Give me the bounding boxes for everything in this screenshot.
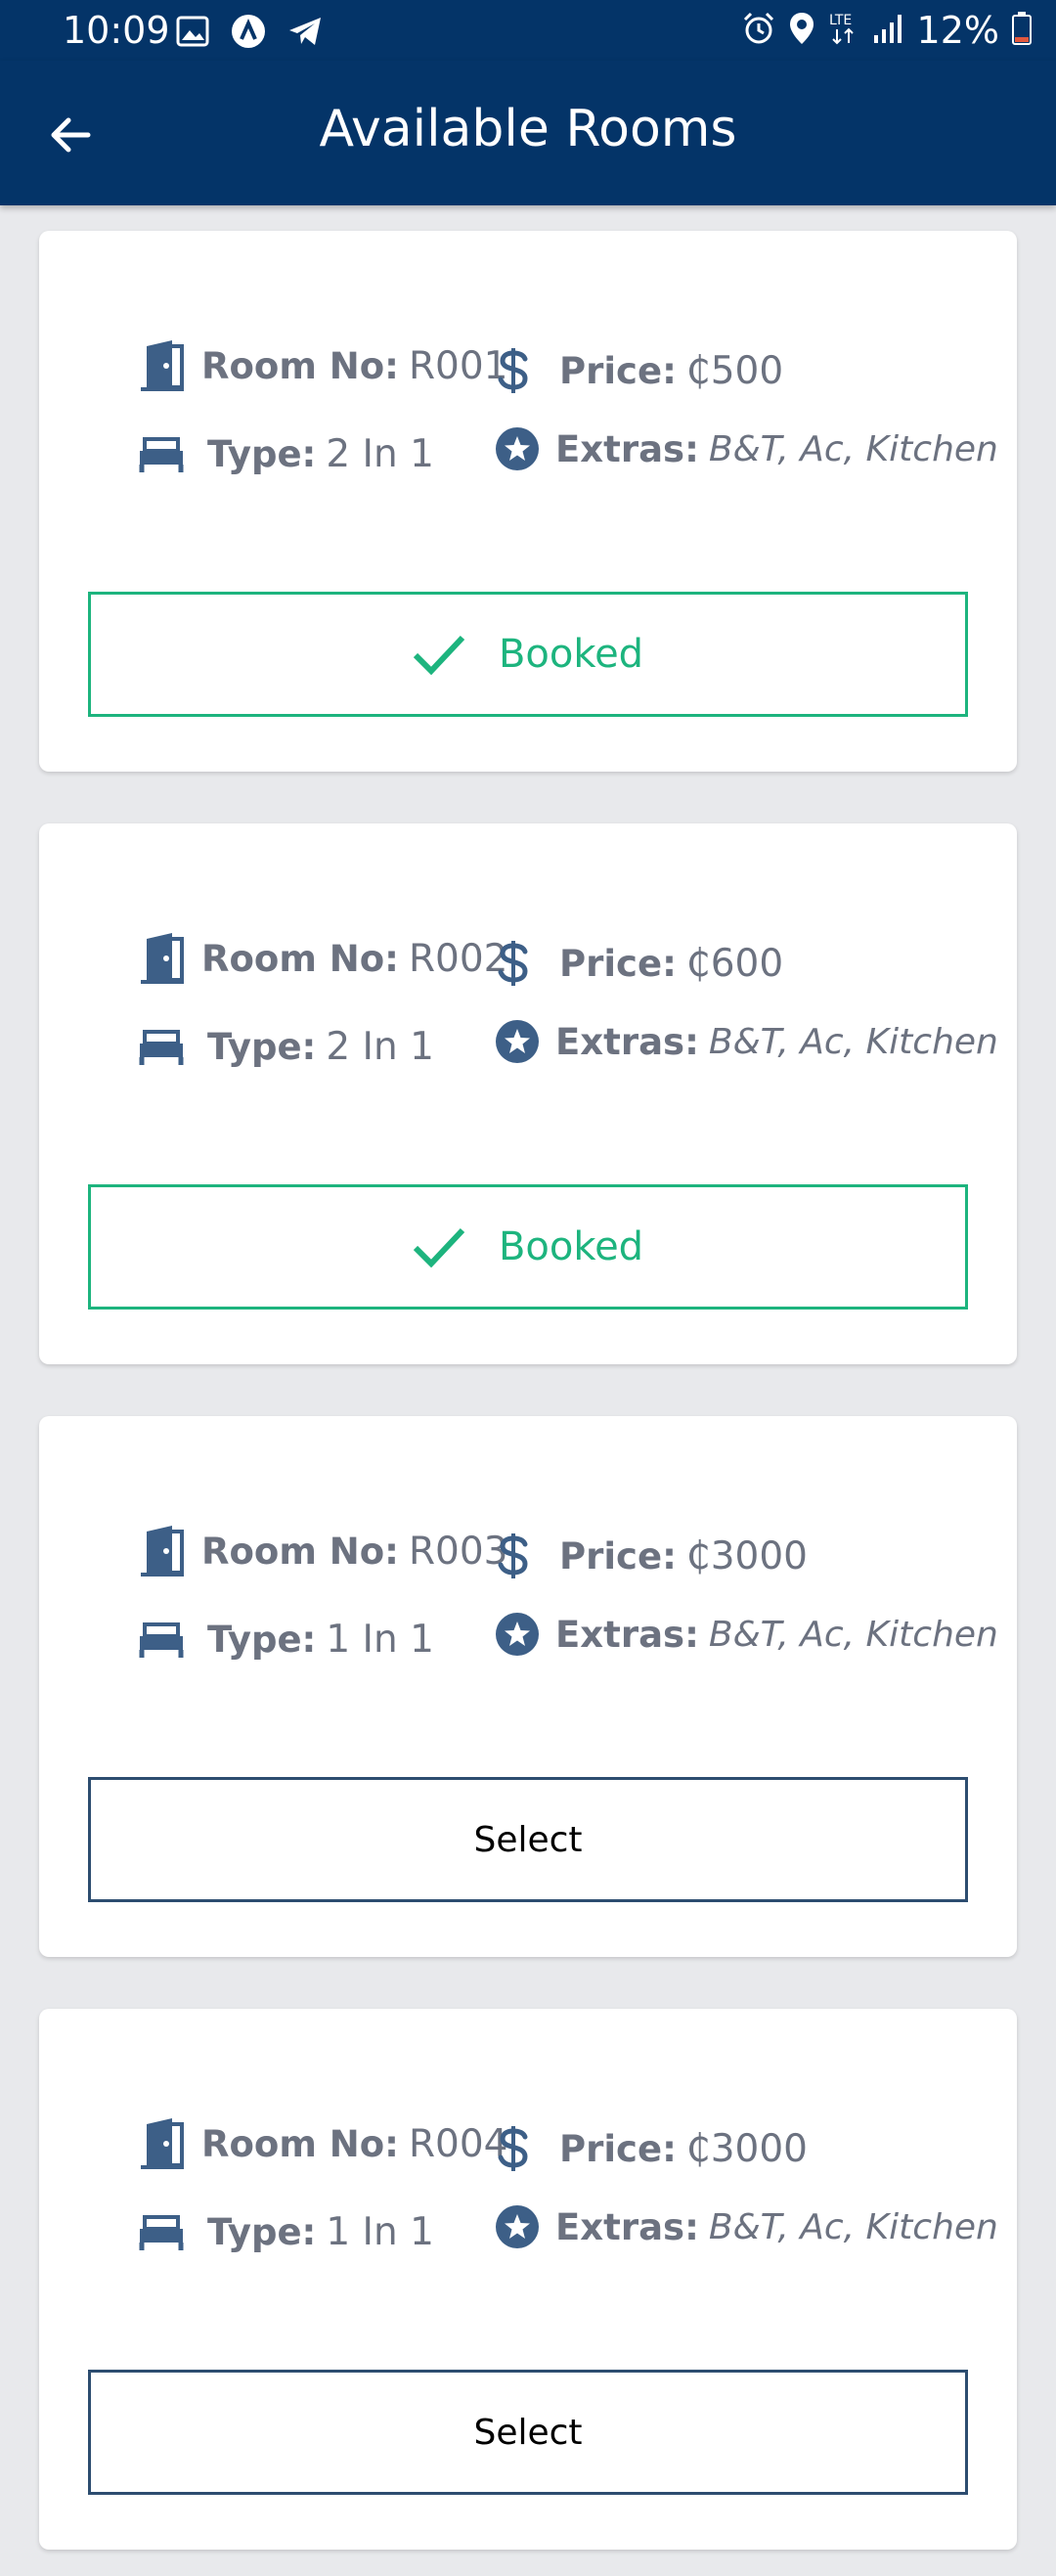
type-label: Type: — [207, 433, 317, 475]
extras-label: Extras: — [555, 1020, 699, 1063]
image-icon — [176, 16, 209, 52]
svg-text:LTE: LTE — [829, 13, 852, 28]
extras-label: Extras: — [555, 1613, 699, 1656]
extras-label: Extras: — [555, 427, 699, 470]
price-value: ₵500 — [685, 348, 784, 393]
price-label: Price: — [559, 942, 677, 985]
type-label: Type: — [207, 1619, 317, 1661]
price-field: Price: ₵3000 — [497, 1532, 808, 1580]
type-field: Type: 2 In 1 — [137, 1025, 434, 1069]
type-field: Type: 1 In 1 — [137, 1618, 434, 1662]
door-icon — [137, 2116, 188, 2171]
bed-icon — [137, 1621, 186, 1660]
price-value: ₵3000 — [685, 2126, 808, 2171]
type-label: Type: — [207, 1026, 317, 1068]
select-label: Select — [473, 1819, 583, 1860]
extras-value: B&T, Ac, Kitchen — [708, 428, 998, 469]
star-icon — [495, 1019, 540, 1064]
extras-value: B&T, Ac, Kitchen — [708, 1614, 998, 1655]
extras-value: B&T, Ac, Kitchen — [708, 2206, 998, 2247]
check-icon — [413, 635, 465, 675]
dollar-icon — [497, 1532, 530, 1580]
price-label: Price: — [559, 349, 677, 392]
room-no-label: Room No: — [201, 937, 399, 980]
select-button[interactable]: Select — [88, 2370, 968, 2495]
type-field: Type: 1 In 1 — [137, 2210, 434, 2254]
booked-button[interactable]: Booked — [88, 592, 968, 717]
booked-button[interactable]: Booked — [88, 1184, 968, 1310]
room-no-label: Room No: — [201, 2122, 399, 2165]
room-card: Room No: R002 Price: ₵600 Type: 2 In 1 E… — [39, 823, 1017, 1364]
app-bar: Available Rooms — [0, 61, 1056, 205]
type-value: 2 In 1 — [326, 1025, 434, 1069]
battery-icon — [1011, 11, 1033, 51]
extras-field: Extras: B&T, Ac, Kitchen — [495, 426, 998, 471]
bed-icon — [137, 435, 186, 474]
page-title: Available Rooms — [319, 100, 737, 158]
star-icon — [495, 426, 540, 471]
type-value: 2 In 1 — [326, 432, 434, 476]
bed-icon — [137, 2213, 186, 2252]
room-no-label: Room No: — [201, 344, 399, 387]
battery-percent: 12% — [916, 9, 999, 52]
alarm-icon — [741, 11, 776, 51]
type-value: 1 In 1 — [326, 2210, 434, 2254]
door-icon — [137, 931, 188, 986]
room-no-field: Room No: R001 — [137, 338, 508, 393]
check-icon — [413, 1227, 465, 1267]
telegram-icon — [287, 16, 323, 52]
bed-icon — [137, 1028, 186, 1067]
type-label: Type: — [207, 2211, 317, 2253]
extras-field: Extras: B&T, Ac, Kitchen — [495, 1019, 998, 1064]
room-card: Room No: R003 Price: ₵3000 Type: 1 In 1 … — [39, 1416, 1017, 1957]
star-icon — [495, 1612, 540, 1657]
price-value: ₵3000 — [685, 1533, 808, 1578]
room-no-label: Room No: — [201, 1530, 399, 1573]
door-icon — [137, 1524, 188, 1578]
dollar-icon — [497, 346, 530, 395]
select-label: Select — [473, 2412, 583, 2453]
status-time: 10:09 — [63, 9, 170, 52]
price-field: Price: ₵500 — [497, 346, 783, 395]
room-no-value: R001 — [408, 343, 508, 388]
price-field: Price: ₵600 — [497, 939, 783, 988]
price-value: ₵600 — [685, 941, 784, 986]
extras-field: Extras: B&T, Ac, Kitchen — [495, 1612, 998, 1657]
room-no-field: Room No: R004 — [137, 2116, 508, 2171]
dollar-icon — [497, 2124, 530, 2173]
status-left-icons — [176, 14, 323, 54]
door-icon — [137, 338, 188, 393]
room-no-value: R003 — [408, 1529, 508, 1574]
select-button[interactable]: Select — [88, 1777, 968, 1902]
room-card: Room No: R001 Price: ₵500 Type: 2 In 1 E… — [39, 231, 1017, 772]
room-no-value: R004 — [408, 2121, 508, 2166]
price-label: Price: — [559, 2127, 677, 2170]
app-icon — [231, 14, 266, 54]
type-field: Type: 2 In 1 — [137, 432, 434, 476]
extras-label: Extras: — [555, 2205, 699, 2248]
extras-field: Extras: B&T, Ac, Kitchen — [495, 2204, 998, 2249]
dollar-icon — [497, 939, 530, 988]
type-value: 1 In 1 — [326, 1618, 434, 1662]
star-icon — [495, 2204, 540, 2249]
room-no-value: R002 — [408, 936, 508, 981]
room-no-field: Room No: R002 — [137, 931, 508, 986]
room-card: Room No: R004 Price: ₵3000 Type: 1 In 1 … — [39, 2009, 1017, 2550]
signal-icon — [872, 12, 905, 50]
status-bar: 10:09 LTE 12% — [0, 0, 1056, 61]
status-right: LTE 12% — [741, 8, 1033, 53]
location-icon — [788, 11, 815, 51]
price-label: Price: — [559, 1534, 677, 1577]
extras-value: B&T, Ac, Kitchen — [708, 1021, 998, 1062]
price-field: Price: ₵3000 — [497, 2124, 808, 2173]
booked-label: Booked — [498, 1224, 644, 1269]
room-no-field: Room No: R003 — [137, 1524, 508, 1578]
booked-label: Booked — [498, 632, 644, 677]
lte-icon: LTE — [827, 11, 860, 51]
